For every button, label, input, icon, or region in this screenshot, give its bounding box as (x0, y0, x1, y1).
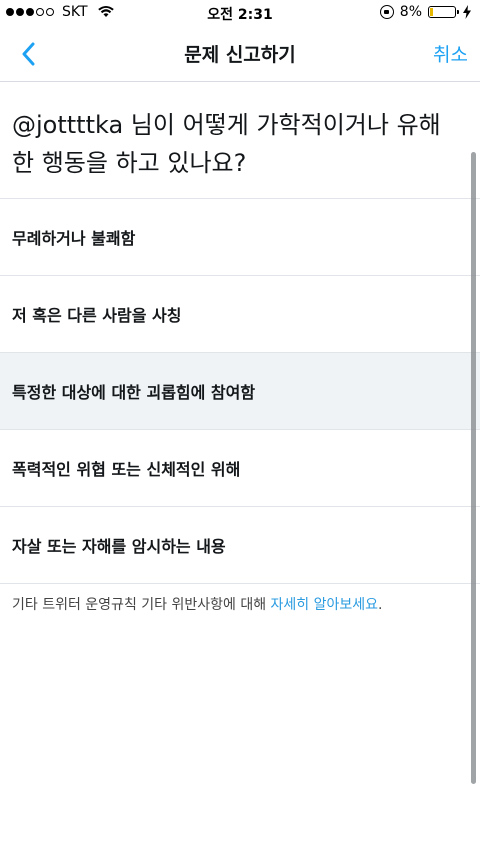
status-right: 8% (379, 4, 472, 20)
battery-percent: 8% (399, 4, 422, 20)
list-divider (0, 583, 480, 584)
rotation-lock-icon (379, 5, 394, 19)
option-self-harm[interactable]: 자살 또는 자해를 암시하는 내용 (0, 506, 480, 583)
page-title: 문제 신고하기 (184, 44, 296, 66)
option-rude-offensive[interactable]: 무례하거나 불쾌함 (0, 198, 480, 275)
scrollbar[interactable] (471, 152, 476, 784)
footer-suffix: . (378, 597, 383, 613)
learn-more-link[interactable]: 자세히 알아보세요 (271, 597, 379, 613)
footer-text: 기타 트위터 운영규칙 기타 위반사항에 대해 자세히 알아보세요. (12, 594, 383, 614)
option-impersonation[interactable]: 저 혹은 다른 사람을 사칭 (0, 275, 480, 352)
navigation-bar: 문제 신고하기 취소 (0, 26, 480, 82)
option-targeted-harassment[interactable]: 특정한 대상에 대한 괴롭힘에 참여함 (0, 352, 480, 429)
report-options-list: 무례하거나 불쾌함 저 혹은 다른 사람을 사칭 특정한 대상에 대한 괴롭힘에… (0, 198, 480, 584)
option-violent-threat[interactable]: 폭력적인 위협 또는 신체적인 위해 (0, 429, 480, 506)
report-question: @jottttka 님이 어떻게 가학적이거나 유해한 행동을 하고 있나요? (12, 111, 441, 177)
battery-icon (428, 6, 459, 18)
footer-prefix: 기타 트위터 운영규칙 기타 위반사항에 대해 (12, 597, 271, 613)
cancel-button[interactable]: 취소 (433, 40, 468, 67)
status-bar: SKT 오전 2:31 8% (0, 0, 480, 26)
charging-bolt-icon (463, 5, 471, 19)
